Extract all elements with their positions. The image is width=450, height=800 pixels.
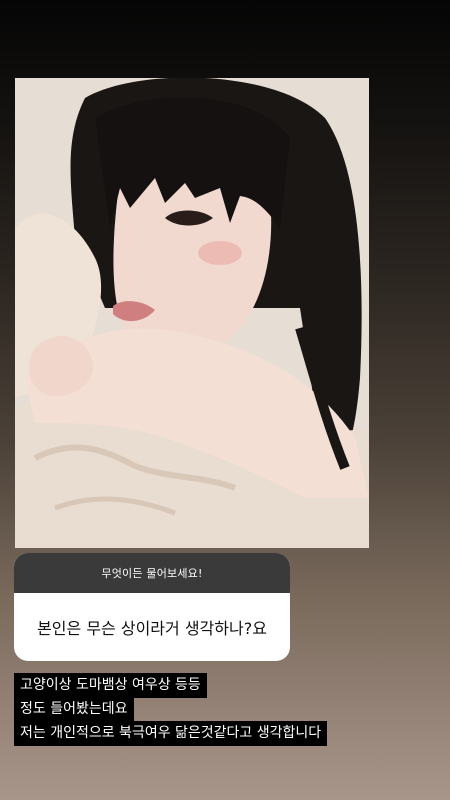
caption-line-1: 고양이상 도마뱀상 여우상 등등	[14, 673, 207, 698]
question-sticker-text: 본인은 무슨 상이라거 생각하나?요	[37, 619, 267, 638]
question-sticker[interactable]: 무엇이든 물어보세요! 본인은 무슨 상이라거 생각하나?요	[14, 553, 290, 661]
caption-line-3: 저는 개인적으로 북극여우 닮은것같다고 생각합니다	[14, 721, 328, 746]
selfie-photo	[15, 78, 369, 548]
question-sticker-prompt: 무엇이든 물어보세요!	[14, 553, 290, 593]
story-caption: 고양이상 도마뱀상 여우상 등등 정도 들어봤는데요 저는 개인적으로 북극여우…	[14, 673, 328, 746]
caption-line-2: 정도 들어봤는데요	[14, 697, 134, 722]
